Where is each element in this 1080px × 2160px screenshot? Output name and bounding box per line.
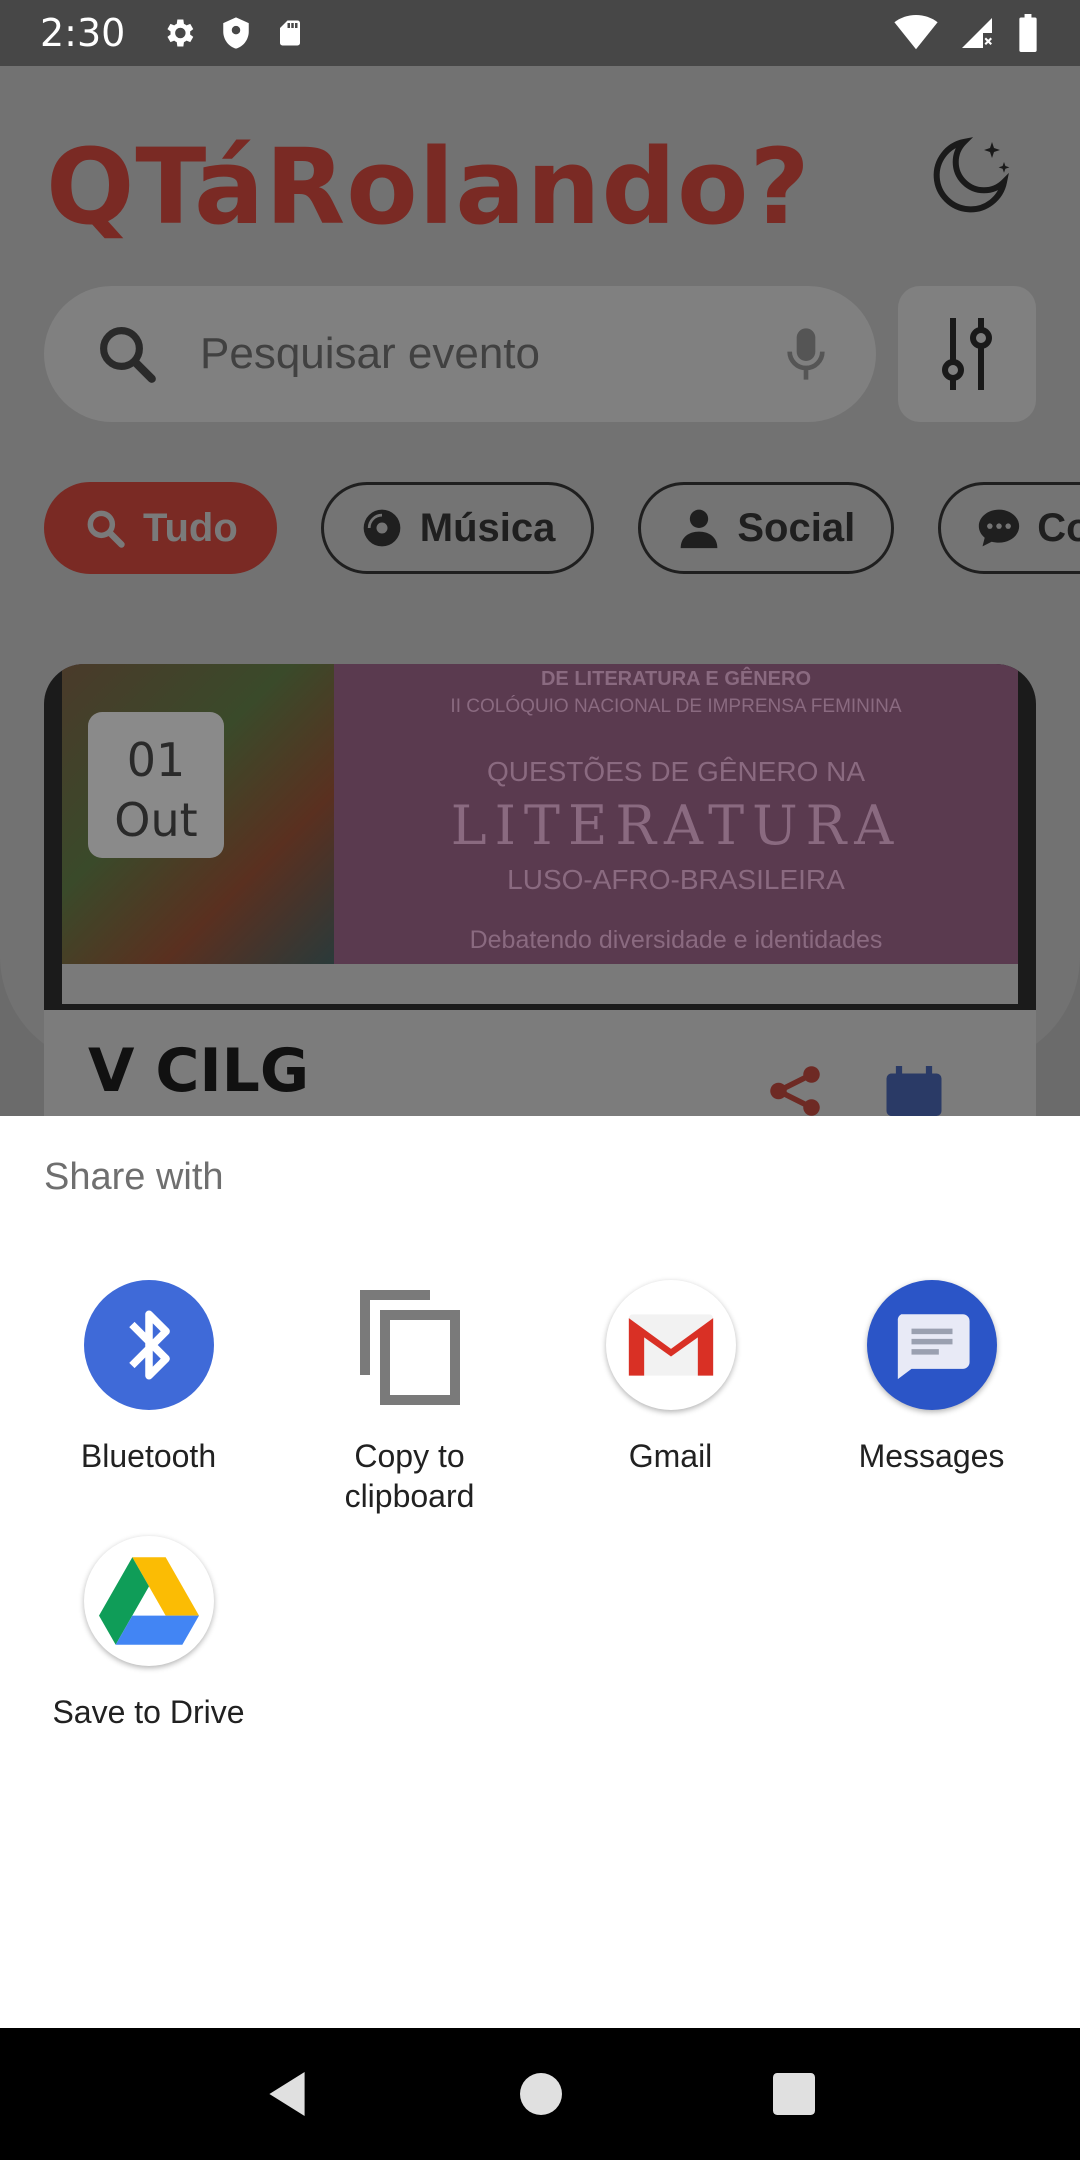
filter-button[interactable] <box>898 286 1036 422</box>
recents-icon[interactable] <box>772 2073 815 2115</box>
share-target-label: Bluetooth <box>80 1438 217 1474</box>
share-target-label: Gmail <box>628 1438 713 1474</box>
banner-line-1: DE LITERATURA E GÊNERO <box>540 668 811 690</box>
search-icon <box>87 510 125 548</box>
chip-tudo[interactable]: Tudo <box>44 482 277 574</box>
settings-icon <box>167 19 194 47</box>
app-background: QTáRolando? Pesquisar evento Tudo Música… <box>0 66 1080 1116</box>
banner-line-4: LITERATURA <box>450 794 902 857</box>
search-bar[interactable]: Pesquisar evento <box>44 286 876 422</box>
event-date-month: Out <box>114 793 198 847</box>
chip-label: Tudo <box>143 505 238 550</box>
wifi-icon <box>894 15 938 50</box>
drive-icon <box>83 1536 214 1666</box>
banner-line-5: LUSO-AFRO-BRASILEIRA <box>507 864 845 895</box>
share-target-messages[interactable]: Messages <box>801 1280 1062 1476</box>
share-target-label: Copy to clipboard <box>344 1438 475 1514</box>
event-date-badge: 01 Out <box>88 712 224 858</box>
dark-mode-toggle[interactable] <box>920 130 1016 231</box>
category-chips: Tudo Música Social Co <box>44 482 1080 574</box>
shield-icon <box>223 17 250 49</box>
share-target-gmail[interactable]: Gmail <box>540 1280 801 1476</box>
banner-line-6: Debatendo diversidade e identidades <box>469 926 883 954</box>
share-sheet-title: Share with <box>44 1156 224 1198</box>
home-icon[interactable] <box>519 2073 562 2115</box>
chip-label: Social <box>737 505 856 550</box>
sliders-icon <box>942 318 992 390</box>
search-icon <box>100 327 156 383</box>
chat-icon <box>979 509 1020 547</box>
share-target-copy[interactable]: Copy to clipboard <box>279 1280 540 1516</box>
event-date-day: 01 <box>126 733 186 787</box>
event-actions <box>762 1066 944 1116</box>
share-icon[interactable] <box>762 1066 828 1116</box>
status-time: 2:30 <box>40 11 126 55</box>
share-target-label: Save to Drive <box>52 1694 245 1730</box>
chip-label: Co <box>1037 505 1080 550</box>
chip-label: Música <box>419 505 556 550</box>
chip-musica[interactable]: Música <box>320 482 595 574</box>
moon-icon <box>933 137 1010 213</box>
status-bar: 2:30 <box>0 0 1080 66</box>
sd-card-icon <box>280 20 301 46</box>
person-icon <box>681 509 718 549</box>
share-sheet: Share with Bluetooth Copy to clipboard G… <box>0 1116 1080 2028</box>
microphone-icon[interactable] <box>786 326 826 382</box>
signal-icon <box>962 18 992 48</box>
vinyl-icon <box>363 509 401 547</box>
battery-icon <box>1019 14 1037 52</box>
calendar-icon[interactable] <box>884 1066 944 1116</box>
sponsor-strip <box>62 964 1018 1004</box>
share-target-bluetooth[interactable]: Bluetooth <box>18 1280 279 1476</box>
copy-icon <box>345 1280 475 1410</box>
chip-social[interactable]: Social <box>638 482 895 574</box>
back-icon[interactable] <box>265 2069 309 2119</box>
banner-line-3: QUESTÕES DE GÊNERO NA <box>486 756 866 787</box>
gmail-icon <box>605 1280 736 1410</box>
messages-icon <box>866 1280 997 1410</box>
app-logo: QTáRolando? <box>46 126 811 248</box>
chip-co[interactable]: Co <box>938 482 1080 574</box>
event-title: V CILG <box>88 1036 310 1106</box>
navigation-bar <box>0 2028 1080 2160</box>
share-target-label: Messages <box>858 1438 1005 1474</box>
search-input[interactable]: Pesquisar evento <box>200 329 786 379</box>
banner-line-2: II COLÓQUIO NACIONAL DE IMPRENSA FEMININ… <box>450 696 902 717</box>
share-target-drive[interactable]: Save to Drive <box>18 1536 279 1732</box>
bluetooth-icon <box>83 1280 214 1410</box>
